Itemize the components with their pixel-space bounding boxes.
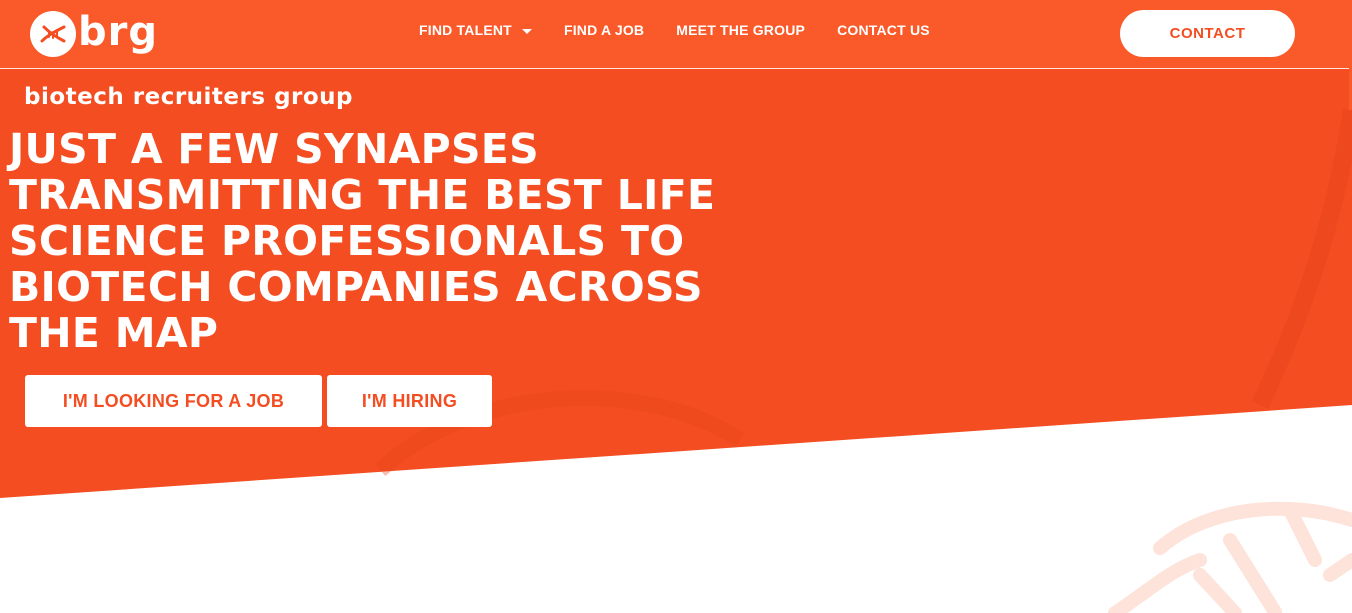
logo-wordmark: brg: [78, 9, 158, 55]
nav-find-a-job-label: FIND A JOB: [563, 22, 645, 38]
nav-find-talent-label: FIND TALENT: [419, 22, 512, 38]
brg-logo[interactable]: brg: [30, 10, 158, 58]
chevron-down-icon: [521, 28, 532, 34]
nav-contact-us[interactable]: CONTACT US: [837, 22, 930, 38]
nav-find-talent[interactable]: FIND TALENT: [419, 22, 532, 38]
dna-watermark-icon: [1108, 501, 1352, 613]
nav-meet-the-group[interactable]: MEET THE GROUP: [676, 22, 805, 38]
nav-find-a-job[interactable]: FIND A JOB: [564, 22, 644, 38]
nav-meet-the-group-label: MEET THE GROUP: [676, 22, 806, 38]
looking-for-job-button[interactable]: I'M LOOKING FOR A JOB: [25, 375, 322, 427]
hiring-button[interactable]: I'M HIRING: [327, 375, 492, 427]
brand-tagline: biotech recruiters group: [24, 84, 354, 110]
dna-icon: [30, 11, 76, 57]
main-navigation: FIND TALENT FIND A JOB MEET THE GROUP CO…: [419, 22, 962, 38]
contact-button[interactable]: CONTACT: [1120, 10, 1295, 57]
site-header: brg FIND TALENT FIND A JOB MEET THE GROU…: [0, 0, 1352, 69]
hero-headline: JUST A FEW SYNAPSES TRANSMITTING THE BES…: [9, 125, 716, 357]
nav-contact-us-label: CONTACT US: [837, 22, 930, 38]
